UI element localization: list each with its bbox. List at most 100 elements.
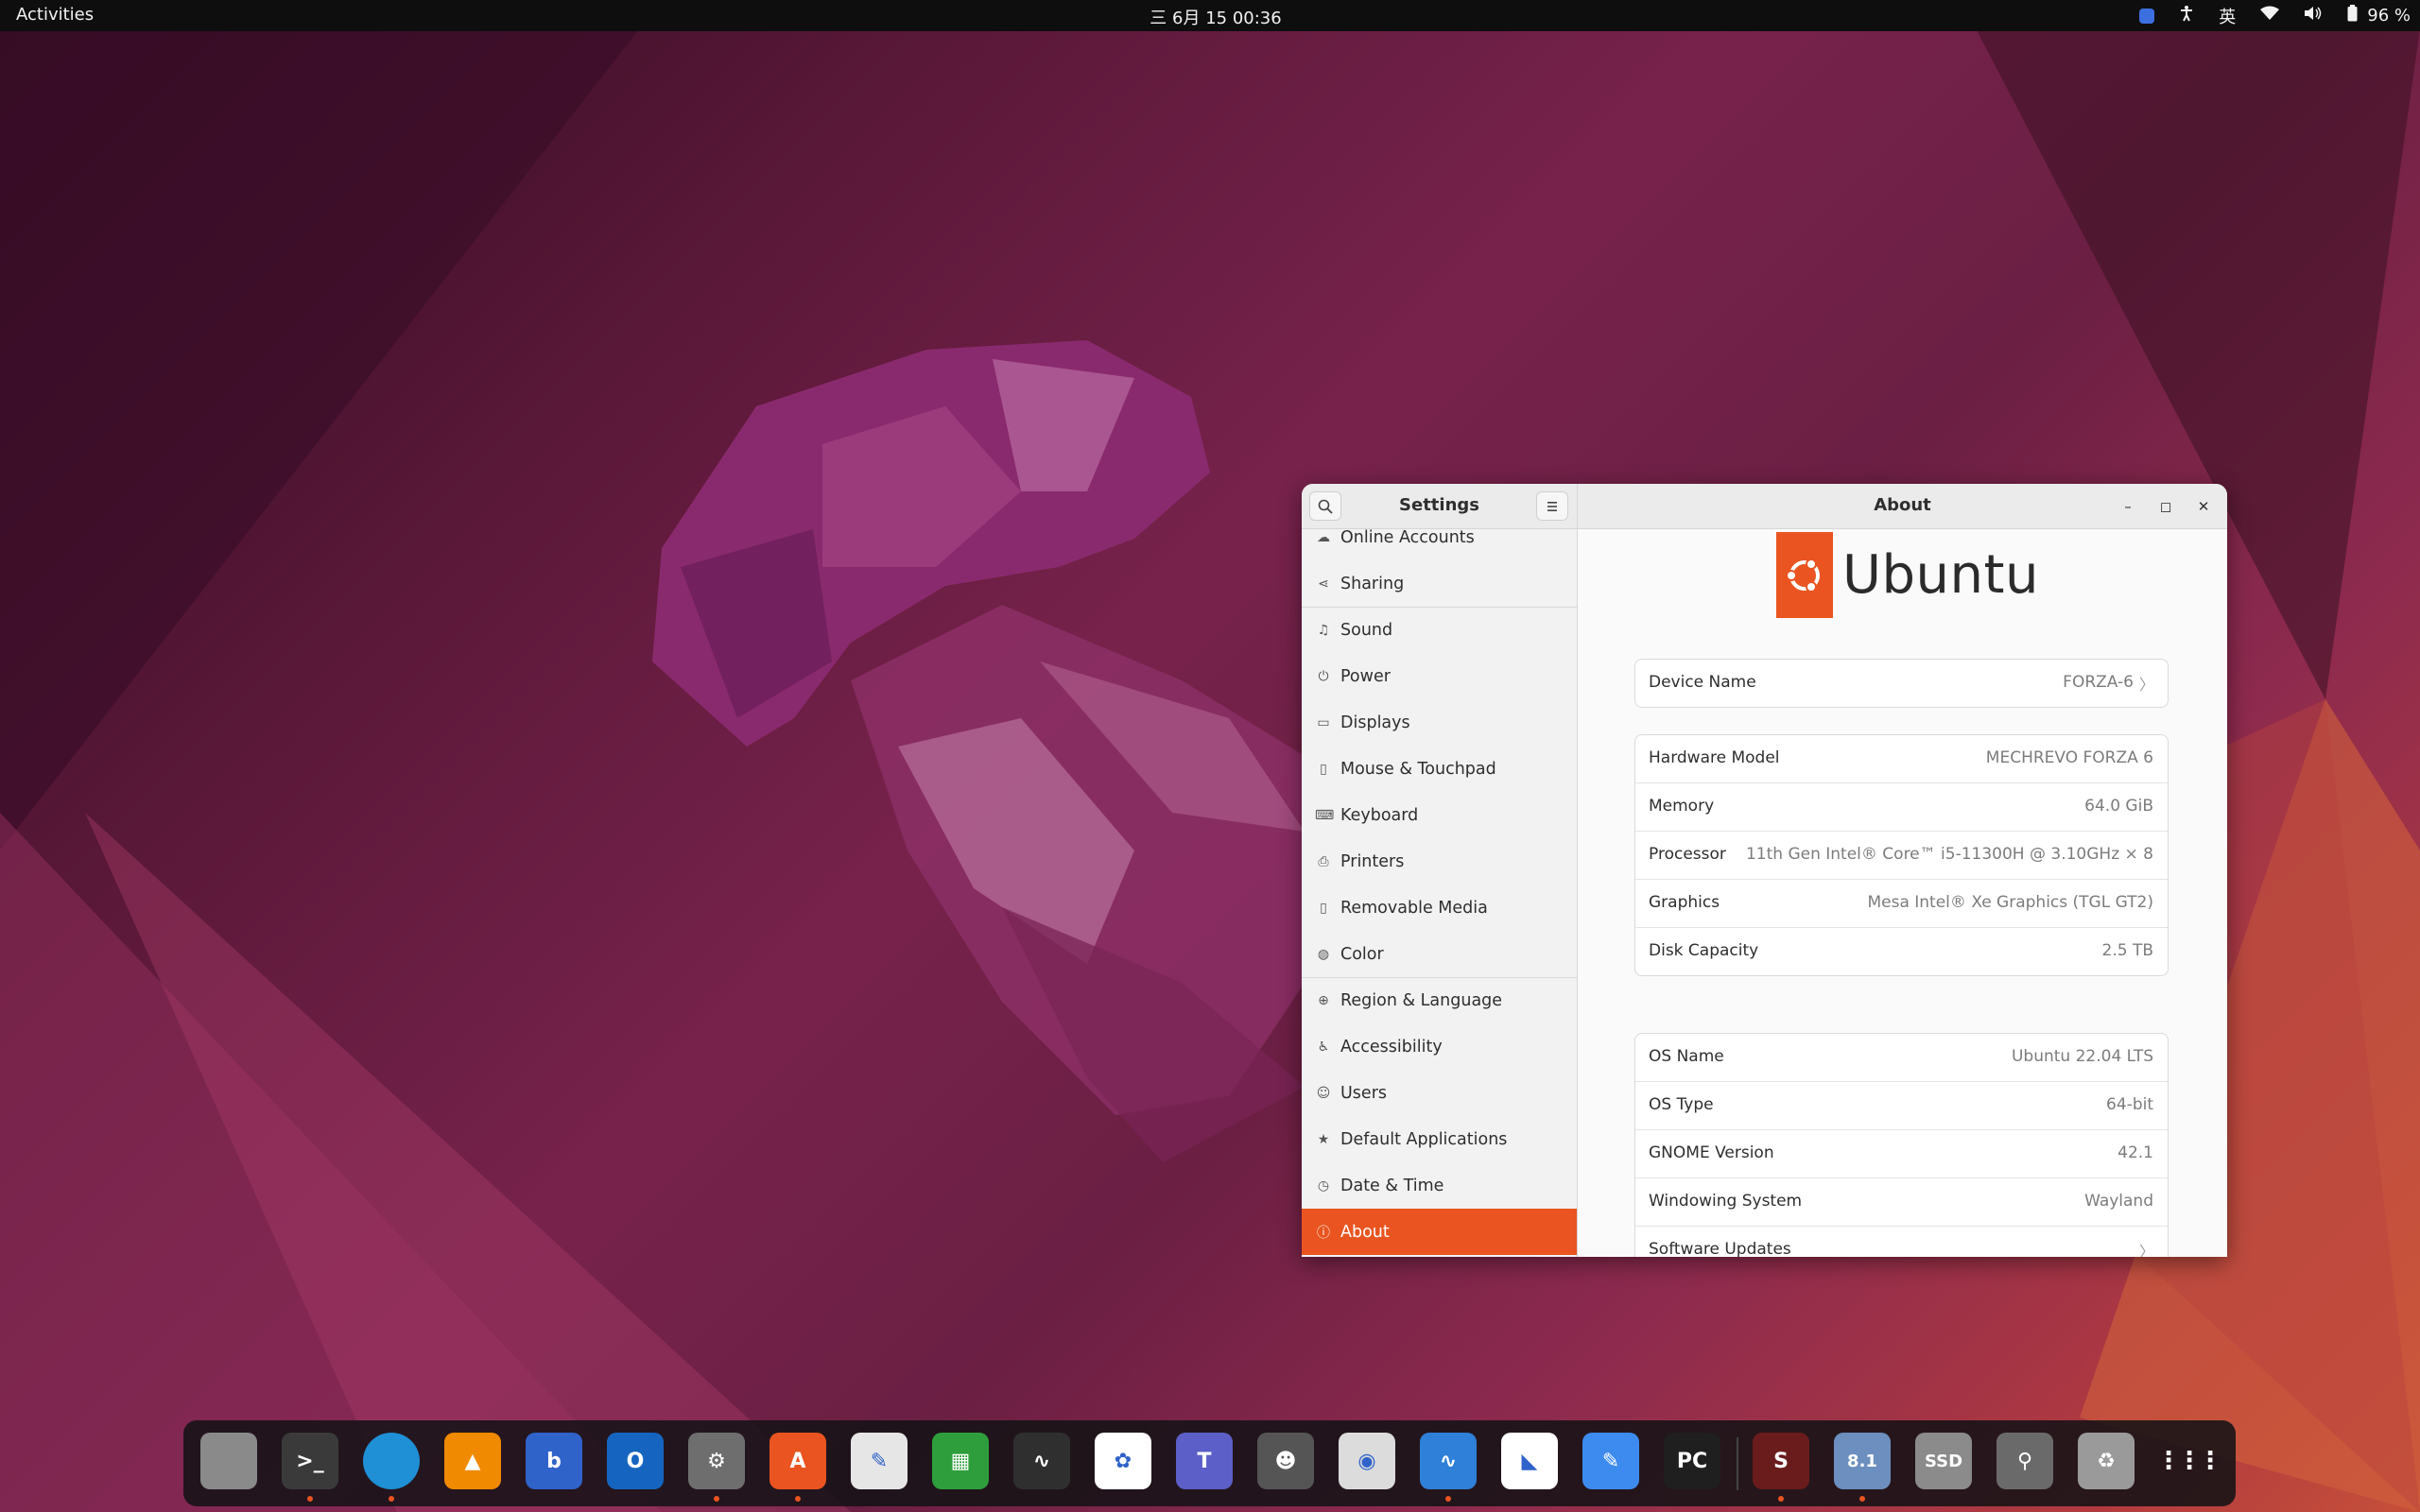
sidebar-item-power[interactable]: ⏻ Power xyxy=(1302,653,1577,699)
globe-icon: ⊕ xyxy=(1318,992,1329,1008)
teams-icon[interactable]: T xyxy=(1176,1433,1233,1489)
sidebar-item-label: Online Accounts xyxy=(1340,529,1475,547)
outlook-icon[interactable]: O xyxy=(607,1433,664,1489)
minimize-icon: – xyxy=(2124,498,2132,515)
sidebar-item-sound[interactable]: ♫ Sound xyxy=(1302,607,1577,653)
spreadsheet-icon[interactable]: ▦ xyxy=(932,1433,989,1489)
cloud-drive-icon[interactable]: ✿ xyxy=(1095,1433,1151,1489)
bluetooth-app-icon[interactable] xyxy=(2139,8,2155,24)
settings-sidebar[interactable]: ☁ Online Accounts ⋖ Sharing ♫ Sound ⏻ Power ▭ Dis… xyxy=(1302,529,1578,1257)
top-bar: Activities 三 6月 15 00:36 英 96 % xyxy=(0,0,2420,31)
minimize-button[interactable]: – xyxy=(2117,495,2139,518)
about-panel: Ubuntu Device Name FORZA-6 〉 Hardware Mo… xyxy=(1578,529,2227,1257)
share-icon: ⋖ xyxy=(1318,576,1329,592)
ubuntu-circle-of-friends-icon xyxy=(1776,532,1833,618)
processorrow: Processor 11th Gen Intel® Core™ i5-11300H… xyxy=(1635,831,2168,879)
edge-browser-icon[interactable] xyxy=(363,1433,420,1489)
show-apps-icon[interactable]: ⋮⋮⋮ xyxy=(2156,1433,2222,1489)
sidebar-item-region-language[interactable]: ⊕ Region & Language xyxy=(1302,977,1577,1023)
trash-icon[interactable]: ♻ xyxy=(2078,1433,2135,1489)
terminal-icon[interactable]: >_ xyxy=(282,1433,338,1489)
row-value: Wayland xyxy=(2084,1192,2153,1211)
todesk-icon[interactable]: ◣ xyxy=(1501,1433,1558,1489)
sidebar-item-label: Keyboard xyxy=(1340,805,1419,825)
running-indicator xyxy=(1778,1496,1784,1502)
row-label: OS Type xyxy=(1649,1095,1714,1114)
sidebar-item-label: Date & Time xyxy=(1340,1176,1444,1195)
sidebar-item-online-accounts[interactable]: ☁ Online Accounts xyxy=(1302,529,1577,560)
ssd-drive-icon[interactable]: SSD xyxy=(1915,1433,1972,1489)
running-indicator xyxy=(1859,1496,1865,1502)
cloud-icon: ☁ xyxy=(1317,529,1330,545)
activities-button[interactable]: Activities xyxy=(16,5,94,25)
sidebar-item-label: Removable Media xyxy=(1340,898,1488,918)
sidebar-item-about[interactable]: ⓘ About xyxy=(1302,1209,1577,1255)
sidebar-item-accessibility[interactable]: ♿ Accessibility xyxy=(1302,1023,1577,1070)
system-tray[interactable]: 英 96 % xyxy=(2115,0,2411,31)
sidebar-item-label: Accessibility xyxy=(1340,1037,1443,1057)
bios-tool-icon[interactable]: 8.1 xyxy=(1834,1433,1891,1489)
text-editor-icon[interactable]: ✎ xyxy=(851,1433,908,1489)
wifi-icon[interactable] xyxy=(2260,6,2280,26)
sidebar-item-displays[interactable]: ▭ Displays xyxy=(1302,699,1577,746)
sidebar-item-label: Sharing xyxy=(1340,574,1405,593)
clock[interactable]: 三 6月 15 00:36 xyxy=(1150,5,1282,29)
sidebar-item-printers[interactable]: ⎙ Printers xyxy=(1302,838,1577,885)
device-name-row[interactable]: Device Name FORZA-6 〉 xyxy=(1635,660,2168,707)
sidebar-item-removable-media[interactable]: ▯ Removable Media xyxy=(1302,885,1577,931)
accessibility-icon: ♿ xyxy=(1317,1039,1330,1055)
files-icon[interactable] xyxy=(200,1433,257,1489)
input-method-indicator[interactable]: 英 xyxy=(2219,4,2236,28)
sidebar-item-keyboard[interactable]: ⌨ Keyboard xyxy=(1302,792,1577,838)
monitor-app-icon[interactable]: ∿ xyxy=(1420,1433,1477,1489)
running-indicator xyxy=(795,1496,801,1502)
display-icon: ▭ xyxy=(1317,714,1330,730)
camera-icon[interactable]: ◉ xyxy=(1339,1433,1395,1489)
os-group: OS Name Ubuntu 22.04 LTS OS Type 64-bit GNOM… xyxy=(1634,1033,2169,1257)
row-value: Mesa Intel® Xe Graphics (TGL GT2) xyxy=(1867,893,2153,912)
pycharm-icon[interactable]: PC xyxy=(1664,1433,1720,1489)
close-button[interactable]: ✕ xyxy=(2192,495,2215,518)
app-center-icon[interactable]: A xyxy=(769,1433,826,1489)
usb-drive-icon[interactable]: ⚲ xyxy=(1996,1433,2053,1489)
os-namerow: OS Name Ubuntu 22.04 LTS xyxy=(1635,1034,2168,1081)
software-updatesrow[interactable]: Software Updates 〉 xyxy=(1635,1226,2168,1257)
sidebar-item-users[interactable]: ☺ Users xyxy=(1302,1070,1577,1116)
menu-button[interactable] xyxy=(1536,491,1568,521)
hardware-modelrow: Hardware Model MECHREVO FORZA 6 xyxy=(1635,735,2168,782)
user-icon: ☺ xyxy=(1316,1085,1331,1101)
chevron-right-icon: 〉 xyxy=(2138,1243,2154,1257)
settings-app-icon[interactable]: ⚙ xyxy=(688,1433,745,1489)
running-indicator xyxy=(389,1496,394,1502)
mail-client-icon[interactable]: b xyxy=(526,1433,582,1489)
settings-window: Settings About – ◻ ✕ ☁ Online Accounts ⋖ Sh… xyxy=(1302,484,2227,1257)
sidebar-item-label: Default Applications xyxy=(1340,1129,1508,1149)
accessibility-icon[interactable] xyxy=(2179,5,2194,26)
volume-icon[interactable] xyxy=(2304,6,2323,26)
keyboard-icon: ⌨ xyxy=(1315,807,1335,823)
system-monitor-icon[interactable]: ∿ xyxy=(1013,1433,1070,1489)
wps-app-icon[interactable]: S xyxy=(1753,1433,1809,1489)
row-value: MECHREVO FORZA 6 xyxy=(1985,748,2153,767)
sidebar-item-label: Printers xyxy=(1340,851,1405,871)
notes-app-icon[interactable]: ✎ xyxy=(1582,1433,1639,1489)
battery-icon[interactable] xyxy=(2347,5,2358,26)
gimp-icon[interactable]: ☻ xyxy=(1257,1433,1314,1489)
memoryrow: Memory 64.0 GiB xyxy=(1635,782,2168,831)
sidebar-item-mouse-touchpad[interactable]: ▯ Mouse & Touchpad xyxy=(1302,746,1577,792)
row-value: 11th Gen Intel® Core™ i5-11300H @ 3.10GH… xyxy=(1745,845,2153,864)
sidebar-item-default-applications[interactable]: ★ Default Applications xyxy=(1302,1116,1577,1162)
sidebar-item-sharing[interactable]: ⋖ Sharing xyxy=(1302,560,1577,607)
maximize-button[interactable]: ◻ xyxy=(2154,495,2177,518)
running-indicator xyxy=(1445,1496,1451,1502)
vlc-icon[interactable]: ▲ xyxy=(444,1433,501,1489)
hamburger-icon xyxy=(1547,501,1557,511)
sidebar-item-label: Region & Language xyxy=(1340,990,1503,1010)
os-typerow: OS Type 64-bit xyxy=(1635,1081,2168,1129)
sidebar-item-label: Color xyxy=(1340,944,1384,964)
printer-icon: ⎙ xyxy=(1318,853,1329,869)
sidebar-item-color[interactable]: ◍ Color xyxy=(1302,931,1577,977)
sidebar-item-date-time[interactable]: ◷ Date & Time xyxy=(1302,1162,1577,1209)
sidebar-item-label: Users xyxy=(1340,1083,1388,1103)
row-label: OS Name xyxy=(1649,1047,1724,1066)
